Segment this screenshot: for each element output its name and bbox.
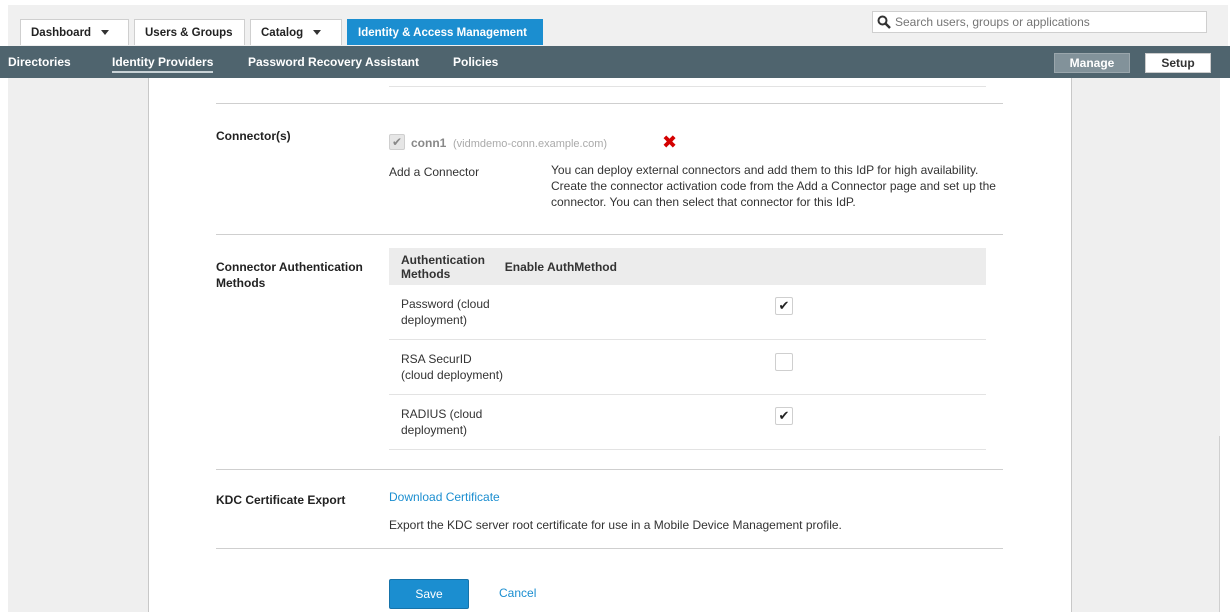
panel-border-right <box>1071 78 1072 612</box>
tab-dashboard-label: Dashboard <box>31 26 92 39</box>
connector-name: conn1 <box>411 136 447 150</box>
tab-users-groups-label: Users & Groups <box>145 26 233 39</box>
tab-catalog-label: Catalog <box>261 26 304 39</box>
nav-item-label: Directories <box>8 55 71 69</box>
divider <box>389 86 986 87</box>
nav-item-password-recovery-assistant[interactable]: Password Recovery Assistant <box>248 46 419 78</box>
auth-methods-label: Connector Authentication Methods <box>216 260 363 290</box>
manage-button[interactable]: Manage <box>1054 53 1130 73</box>
search-input[interactable] <box>895 15 1195 29</box>
add-connector-link[interactable]: Add a Connector <box>389 165 479 179</box>
connector-help-text: You can deploy external connectors and a… <box>551 163 996 209</box>
nav-item-label: Policies <box>453 55 499 69</box>
search-icon <box>877 15 891 29</box>
enable-radius-checkbox[interactable]: ✔ <box>775 407 793 425</box>
table-row: Password (cloud deployment) <box>389 285 986 340</box>
divider <box>216 469 1003 470</box>
divider <box>216 234 1003 235</box>
chevron-down-icon[interactable] <box>313 30 322 35</box>
download-certificate-link[interactable]: Download Certificate <box>389 490 500 504</box>
kdc-label: KDC Certificate Export <box>216 493 346 507</box>
page-gutter-right <box>1072 78 1220 612</box>
auth-method-name: RADIUS (cloud deployment) <box>389 394 505 450</box>
nav-item-label: Password Recovery Assistant <box>248 55 419 69</box>
search-box[interactable] <box>872 11 1207 33</box>
tab-identity-access-management-label: Identity & Access Management <box>358 26 527 39</box>
enable-rsa-securid-checkbox[interactable] <box>775 353 793 371</box>
kdc-help-text: Export the KDC server root certificate f… <box>389 518 842 532</box>
chevron-down-icon[interactable] <box>101 30 110 35</box>
window-scrollbar[interactable] <box>1219 436 1230 612</box>
tab-users-groups[interactable]: Users & Groups <box>134 19 245 45</box>
divider <box>216 103 1003 104</box>
tab-catalog[interactable]: Catalog <box>250 19 342 45</box>
nav-item-label: Identity Providers <box>112 55 214 73</box>
connectors-label: Connector(s) <box>216 129 291 143</box>
nav-item-policies[interactable]: Policies <box>453 46 498 78</box>
connector-checkbox[interactable]: ✔ <box>389 134 405 150</box>
table-row: RADIUS (cloud deployment) <box>389 394 986 450</box>
table-row: RSA SecurID (cloud deployment) <box>389 339 986 395</box>
table-header-row: Authentication Methods Enable AuthMethod <box>389 248 986 285</box>
divider <box>216 548 1003 549</box>
sub-navigation: Directories Identity Providers Password … <box>0 46 1230 78</box>
page-gutter-left <box>8 78 149 612</box>
setup-button[interactable]: Setup <box>1145 53 1211 73</box>
nav-item-directories[interactable]: Directories <box>8 46 71 78</box>
tab-identity-access-management[interactable]: Identity & Access Management <box>347 19 543 45</box>
auth-method-name: RSA SecurID (cloud deployment) <box>389 339 505 395</box>
save-button[interactable]: Save <box>389 579 469 609</box>
auth-method-name: Password (cloud deployment) <box>389 285 505 340</box>
cancel-link[interactable]: Cancel <box>499 586 536 600</box>
column-header-enable: Enable AuthMethod <box>504 248 986 285</box>
panel-border-left <box>148 78 149 612</box>
tab-dashboard[interactable]: Dashboard <box>20 19 129 45</box>
auth-methods-table: Authentication Methods Enable AuthMethod… <box>389 248 986 450</box>
enable-password-checkbox[interactable]: ✔ <box>775 297 793 315</box>
remove-connector-icon[interactable]: ✖ <box>662 133 677 151</box>
top-bar: Dashboard Users & Groups Catalog Identit… <box>0 0 1230 46</box>
column-header-method: Authentication Methods <box>389 248 505 285</box>
nav-item-identity-providers[interactable]: Identity Providers <box>112 46 214 78</box>
connector-host: (vidmdemo-conn.example.com) <box>453 138 608 150</box>
